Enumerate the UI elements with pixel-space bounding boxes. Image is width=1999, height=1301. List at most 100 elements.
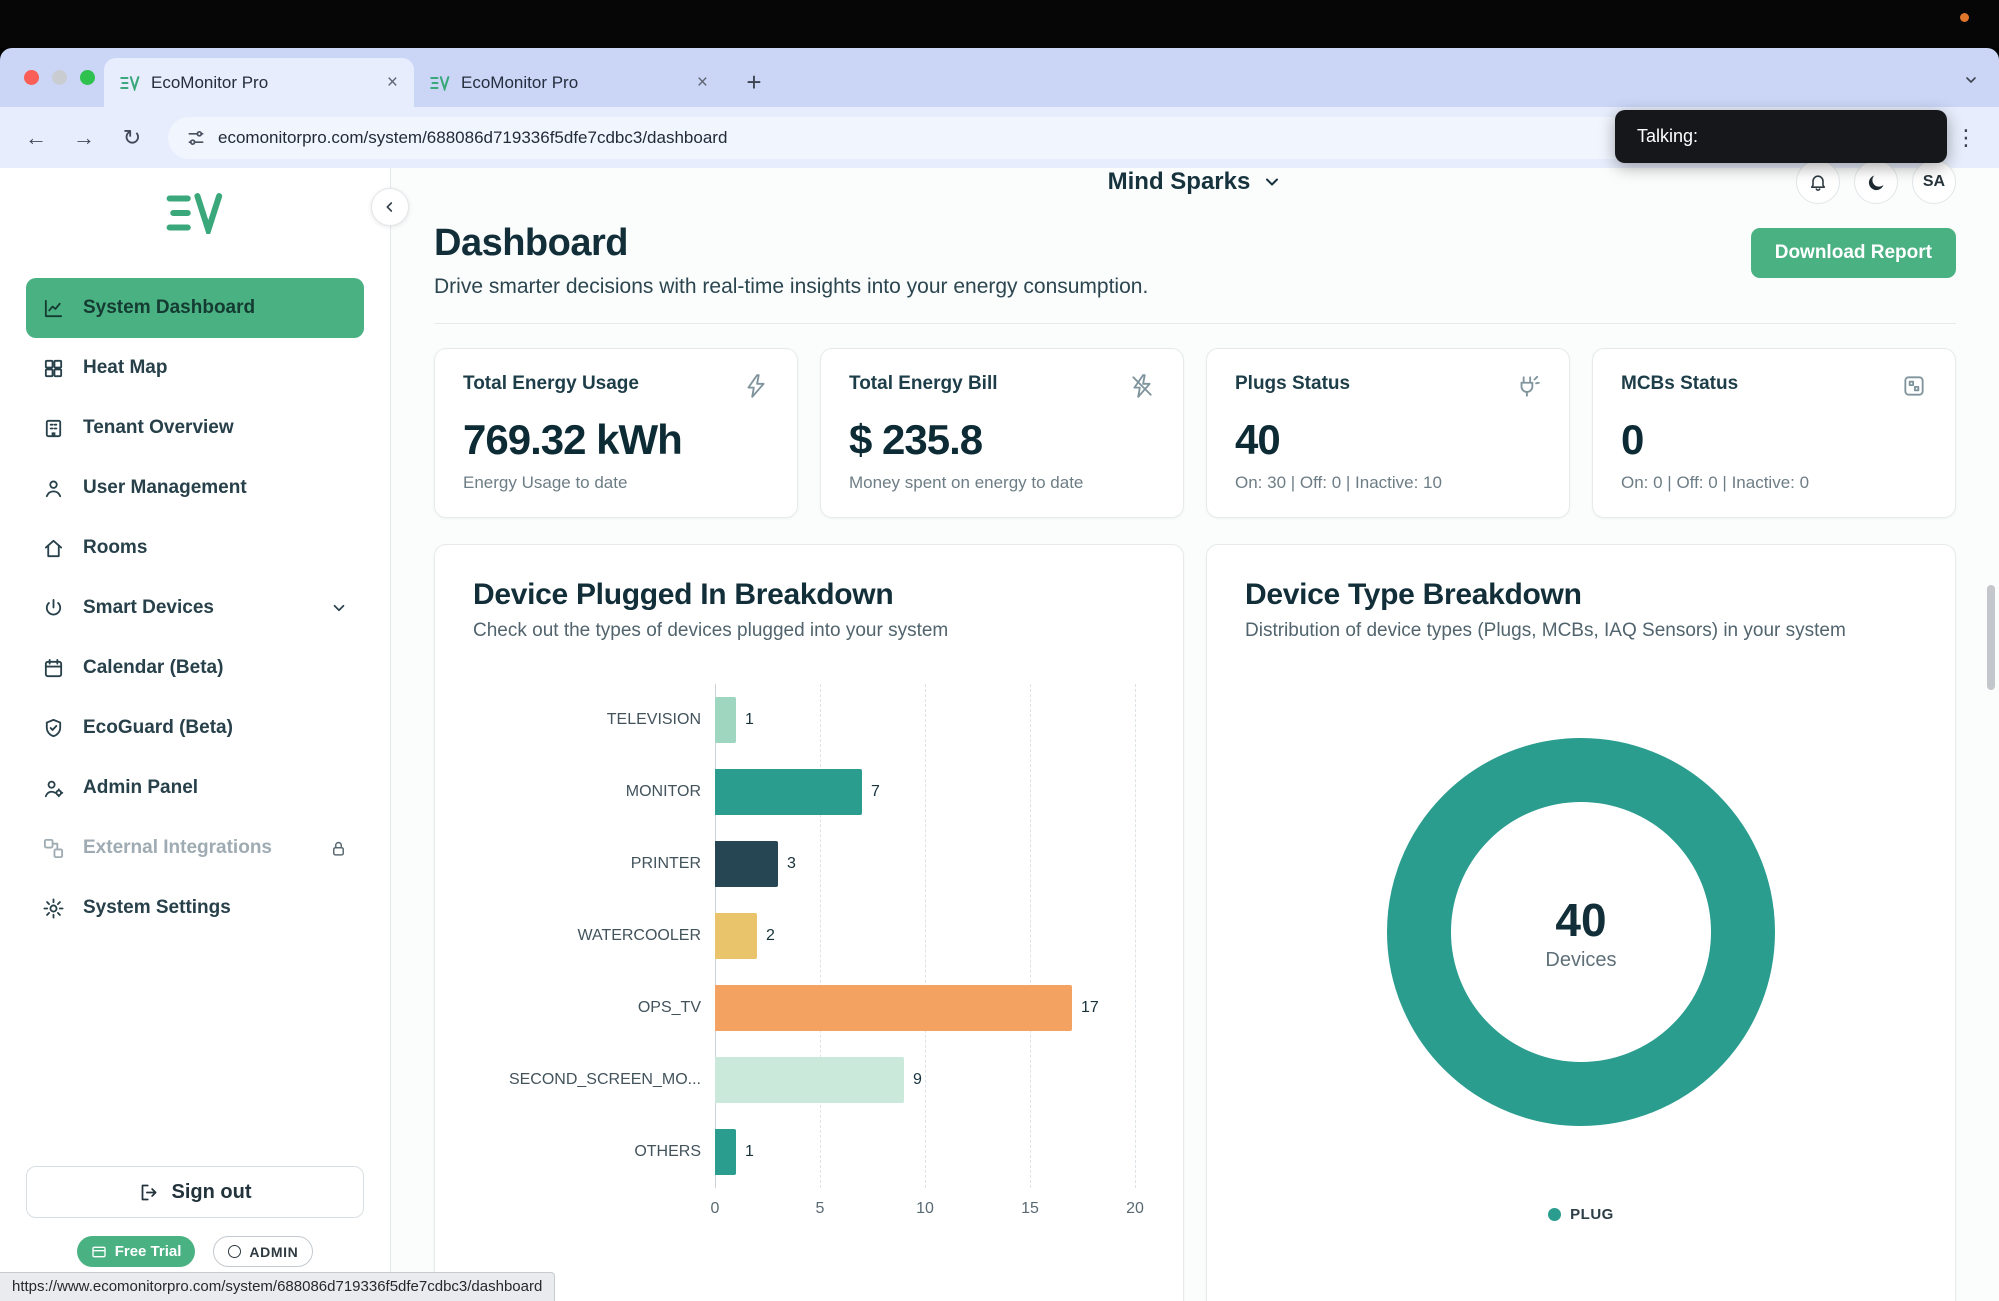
stat-card-energy-bill: Total Energy Bill $ 235.8 Money spent on bbox=[820, 348, 1184, 518]
sign-out-button[interactable]: Sign out bbox=[26, 1166, 364, 1218]
forward-button[interactable]: → bbox=[64, 118, 104, 158]
main-area: Mind Sparks bbox=[391, 168, 1999, 1301]
new-tab-button[interactable]: + bbox=[736, 64, 772, 100]
macos-menubar bbox=[0, 0, 1999, 48]
window-minimize-button[interactable] bbox=[52, 70, 67, 85]
window-controls bbox=[24, 70, 95, 85]
bar-track: 2 bbox=[715, 913, 1145, 959]
chart-title: Device Plugged In Breakdown bbox=[473, 578, 1145, 612]
x-tick-label: 20 bbox=[1126, 1200, 1144, 1218]
donut-center: 40 Devices bbox=[1371, 722, 1791, 1142]
bar-value-label: 1 bbox=[745, 1143, 754, 1161]
user-icon bbox=[42, 477, 65, 500]
window-close-button[interactable] bbox=[24, 70, 39, 85]
stat-value: 769.32 kWh bbox=[463, 416, 769, 464]
bar[interactable] bbox=[715, 985, 1072, 1031]
donut-total-label: Devices bbox=[1545, 949, 1616, 972]
bar-track: 9 bbox=[715, 1057, 1145, 1103]
tab-search-button[interactable] bbox=[1963, 72, 1979, 93]
tab-close-icon[interactable]: × bbox=[387, 73, 398, 92]
bar-row: TELEVISION1 bbox=[473, 684, 1145, 756]
sidebar-item-label: Smart Devices bbox=[83, 597, 214, 619]
sidebar-item-external-integrations[interactable]: External Integrations bbox=[26, 818, 364, 878]
bar[interactable] bbox=[715, 1057, 904, 1103]
bar[interactable] bbox=[715, 1129, 736, 1175]
sidebar-item-label: External Integrations bbox=[83, 837, 272, 859]
recording-indicator-icon bbox=[1960, 13, 1969, 22]
bar[interactable] bbox=[715, 697, 736, 743]
sidebar-item-system-dashboard[interactable]: System Dashboard bbox=[26, 278, 364, 338]
site-settings-icon[interactable] bbox=[186, 128, 206, 148]
back-button[interactable]: ← bbox=[16, 118, 56, 158]
favicon-ecomonitor-icon bbox=[120, 75, 140, 91]
sidebar-item-tenant-overview[interactable]: Tenant Overview bbox=[26, 398, 364, 458]
browser-tabstrip: EcoMonitor Pro × EcoMonitor Pro × + bbox=[0, 48, 1999, 107]
home-icon bbox=[42, 537, 65, 560]
sidebar-collapse-button[interactable] bbox=[371, 188, 409, 226]
stat-title: Total Energy Bill bbox=[849, 373, 998, 395]
url-text[interactable]: ecomonitorpro.com/system/688086d719336f5… bbox=[218, 128, 727, 148]
x-tick-label: 15 bbox=[1021, 1200, 1039, 1218]
sidebar-item-calendar[interactable]: Calendar (Beta) bbox=[26, 638, 364, 698]
chevron-down-icon bbox=[1262, 172, 1282, 192]
stat-title: Total Energy Usage bbox=[463, 373, 639, 395]
bar[interactable] bbox=[715, 769, 862, 815]
app-logo[interactable] bbox=[0, 192, 390, 234]
reload-button[interactable]: ↻ bbox=[112, 118, 152, 158]
browser-menu-button[interactable]: ⋮ bbox=[1949, 125, 1983, 151]
page-subtitle: Drive smarter decisions with real-time i… bbox=[434, 275, 1148, 299]
bar-row: MONITOR7 bbox=[473, 756, 1145, 828]
bar[interactable] bbox=[715, 841, 778, 887]
shield-check-icon bbox=[42, 717, 65, 740]
tab-ecomonitor-inactive[interactable]: EcoMonitor Pro × bbox=[414, 58, 724, 107]
chart-subtitle: Check out the types of devices plugged i… bbox=[473, 620, 1145, 642]
chart-title: Device Type Breakdown bbox=[1245, 578, 1917, 612]
mcb-icon bbox=[1901, 373, 1927, 404]
bar-value-label: 1 bbox=[745, 711, 754, 729]
tab-close-icon[interactable]: × bbox=[697, 73, 708, 92]
header-actions: SA bbox=[1796, 160, 1956, 204]
sidebar-item-system-settings[interactable]: System Settings bbox=[26, 878, 364, 938]
download-report-button[interactable]: Download Report bbox=[1751, 228, 1956, 278]
tab-title: EcoMonitor Pro bbox=[151, 73, 376, 93]
scrollbar-thumb[interactable] bbox=[1987, 585, 1995, 690]
bar-rows: TELEVISION1MONITOR7PRINTER3WATERCOOLER2O… bbox=[473, 684, 1145, 1188]
legend-dot-icon bbox=[1548, 1208, 1561, 1221]
user-avatar[interactable]: SA bbox=[1912, 160, 1956, 204]
sidebar-item-ecoguard[interactable]: EcoGuard (Beta) bbox=[26, 698, 364, 758]
sidebar-item-label: System Settings bbox=[83, 897, 231, 919]
bar-track: 1 bbox=[715, 1129, 1145, 1175]
bar-value-label: 3 bbox=[787, 855, 796, 873]
bar-value-label: 9 bbox=[913, 1071, 922, 1089]
x-tick-label: 5 bbox=[816, 1200, 825, 1218]
bar-track: 17 bbox=[715, 985, 1145, 1031]
stat-value: 40 bbox=[1235, 416, 1541, 464]
stat-title: MCBs Status bbox=[1621, 373, 1738, 395]
link-status-bar: https://www.ecomonitorpro.com/system/688… bbox=[0, 1272, 555, 1301]
stat-cards: Total Energy Usage 769.32 kWh Energy Usa… bbox=[434, 348, 1956, 518]
bar[interactable] bbox=[715, 913, 757, 959]
sidebar-item-admin-panel[interactable]: Admin Panel bbox=[26, 758, 364, 818]
organization-selector[interactable]: Mind Sparks bbox=[1108, 168, 1283, 196]
sidebar-item-user-management[interactable]: User Management bbox=[26, 458, 364, 518]
app-window: System Dashboard Heat Map bbox=[0, 168, 1999, 1301]
dark-mode-toggle[interactable] bbox=[1854, 160, 1898, 204]
sidebar-item-rooms[interactable]: Rooms bbox=[26, 518, 364, 578]
tab-ecomonitor-active[interactable]: EcoMonitor Pro × bbox=[104, 58, 414, 107]
notifications-button[interactable] bbox=[1796, 160, 1840, 204]
sidebar-item-label: Calendar (Beta) bbox=[83, 657, 223, 679]
legend-label: PLUG bbox=[1570, 1206, 1614, 1223]
window-zoom-button[interactable] bbox=[80, 70, 95, 85]
admin-role-label: ADMIN bbox=[249, 1244, 298, 1260]
stat-card-plugs-status: Plugs Status 40 On: 30 | Off: 0 | Inacti bbox=[1206, 348, 1570, 518]
sidebar-item-smart-devices[interactable]: Smart Devices bbox=[26, 578, 364, 638]
stat-caption: Energy Usage to date bbox=[463, 473, 769, 493]
sidebar-item-heat-map[interactable]: Heat Map bbox=[26, 338, 364, 398]
organization-name: Mind Sparks bbox=[1108, 168, 1251, 196]
logout-icon bbox=[139, 1182, 160, 1203]
screen: EcoMonitor Pro × EcoMonitor Pro × + ← → bbox=[0, 0, 1999, 1301]
sidebar-item-label: Tenant Overview bbox=[83, 417, 234, 439]
sidebar-nav: System Dashboard Heat Map bbox=[0, 278, 390, 938]
talking-status-overlay: Talking: bbox=[1615, 110, 1947, 163]
status-url: https://www.ecomonitorpro.com/system/688… bbox=[12, 1278, 542, 1295]
